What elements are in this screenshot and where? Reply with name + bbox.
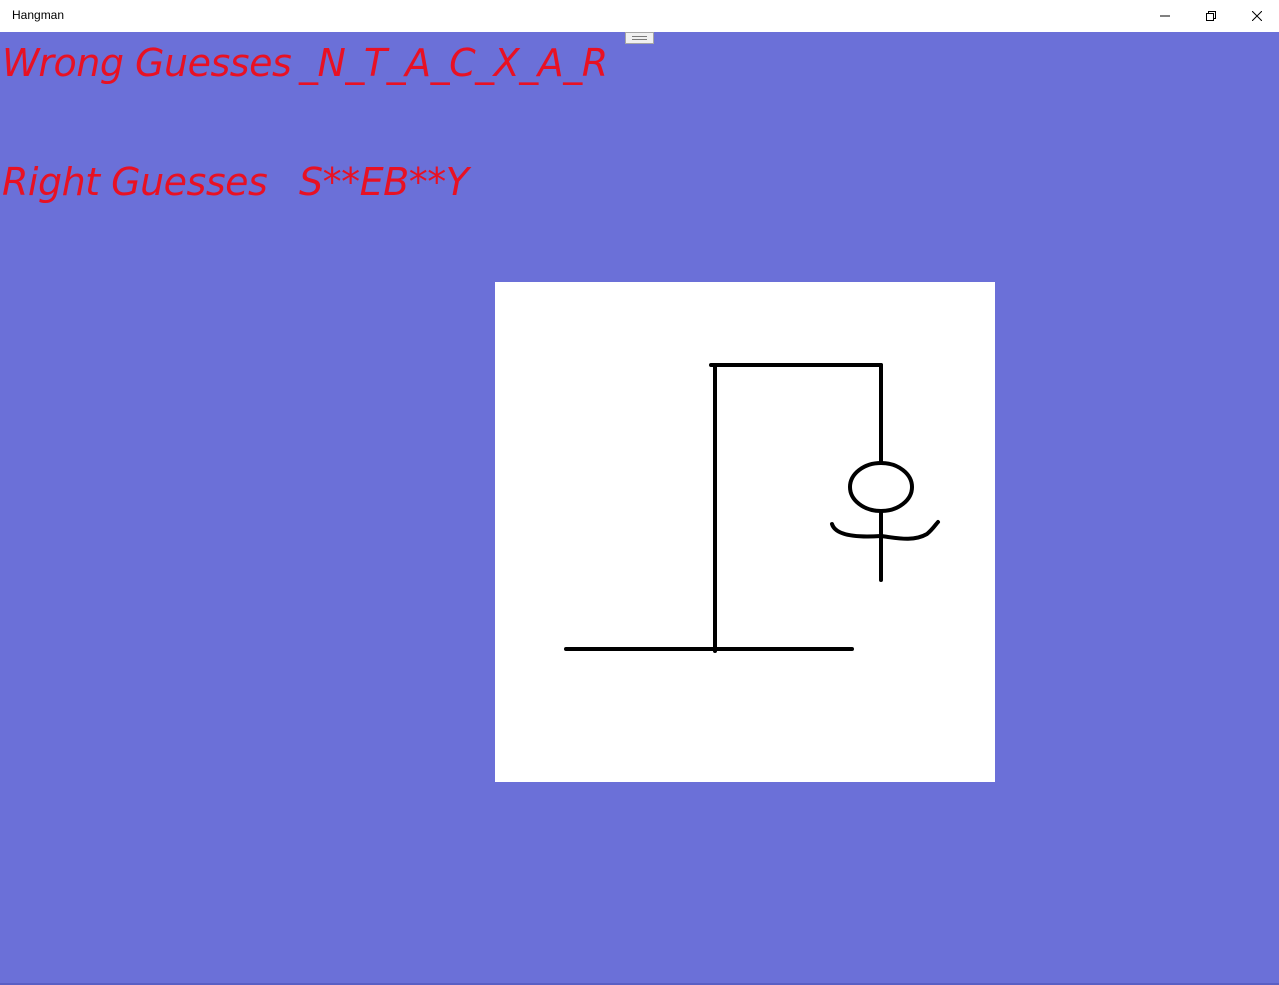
close-icon xyxy=(1252,11,1262,21)
window-title: Hangman xyxy=(12,8,65,22)
wrong-guesses-label: Wrong Guesses xyxy=(2,41,292,85)
hangman-drawing xyxy=(564,363,940,653)
hangman-canvas[interactable] xyxy=(495,282,995,782)
grip-line xyxy=(632,36,647,37)
minimize-button[interactable] xyxy=(1142,0,1188,32)
right-guesses-value: S**EB**Y xyxy=(299,160,469,204)
title-bar: Hangman xyxy=(0,0,1279,32)
hangman-head xyxy=(848,461,914,513)
right-guesses-label: Right Guesses xyxy=(2,160,268,204)
hangman-arms xyxy=(830,520,940,541)
grip-line xyxy=(632,39,647,40)
wrong-guesses-value: _N_T_A_C_X_A_R xyxy=(299,41,608,85)
minimize-icon xyxy=(1160,15,1170,17)
restore-icon xyxy=(1206,11,1216,21)
close-button[interactable] xyxy=(1234,0,1279,32)
game-area: Wrong Guesses _N_T_A_C_X_A_R Right Guess… xyxy=(0,32,1279,985)
tablet-mode-grip[interactable] xyxy=(625,32,654,44)
restore-button[interactable] xyxy=(1188,0,1234,32)
